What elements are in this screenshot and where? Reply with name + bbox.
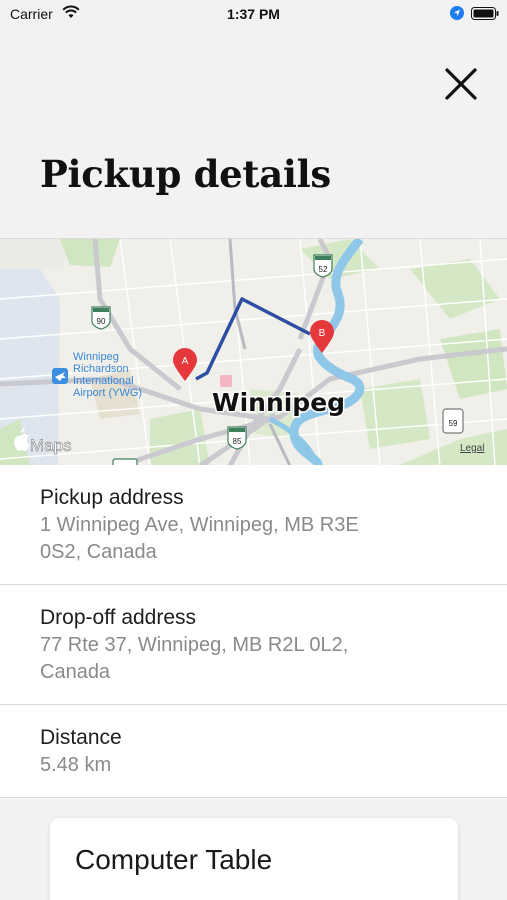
distance-row: Distance 5.48 km	[0, 705, 507, 798]
highway-shield-90-icon: 90	[91, 306, 111, 330]
shield-59-label: 59	[449, 419, 458, 428]
item-card[interactable]: Computer Table	[50, 818, 458, 900]
dropoff-address-line1: 77 Rte 37, Winnipeg, MB R2L 0L2,	[40, 634, 349, 656]
status-time: 1:37 PM	[227, 6, 280, 22]
pickup-address-line2: 0S2, Canada	[40, 541, 157, 563]
page-title: Pickup details	[40, 152, 331, 196]
pickup-address-row: Pickup address 1 Winnipeg Ave, Winnipeg,…	[0, 465, 507, 585]
dropoff-address-line2: Canada	[40, 661, 111, 683]
distance-label: Distance	[40, 726, 122, 749]
dropoff-address-row: Drop-off address 77 Rte 37, Winnipeg, MB…	[0, 585, 507, 705]
legal-link[interactable]: Legal	[460, 443, 484, 454]
highway-shield-59-icon: 59	[442, 408, 464, 434]
shield-52-label: 52	[319, 265, 328, 274]
highway-shield-85-icon: 85	[227, 426, 247, 450]
airport-label-line3: International	[73, 375, 134, 387]
close-icon	[445, 68, 477, 100]
city-label: Winnipeg	[212, 388, 345, 417]
airport-label-line2: Richardson	[73, 363, 129, 375]
pickup-address-line1: 1 Winnipeg Ave, Winnipeg, MB R3E	[40, 514, 359, 536]
location-services-icon	[450, 6, 464, 20]
shield-90-label: 90	[97, 317, 106, 326]
airport-label-line4: Airport (YWG)	[73, 387, 142, 399]
dropoff-address-label: Drop-off address	[40, 606, 197, 629]
shield-85-label: 85	[233, 437, 242, 446]
pin-a-label: A	[182, 356, 189, 367]
maps-brand-label: Maps	[30, 436, 72, 455]
pin-b-label: B	[319, 328, 326, 339]
battery-icon	[471, 7, 499, 20]
highway-shield-52-icon: 52	[313, 254, 333, 278]
status-bar: Carrier 1:37 PM	[0, 0, 507, 28]
airport-label-line1: Winnipeg	[73, 351, 119, 363]
route-map[interactable]: 90 52 85 59 Winnipeg Richardson Internat…	[0, 238, 507, 465]
pickup-details-list: Pickup address 1 Winnipeg Ave, Winnipeg,…	[0, 465, 507, 798]
pickup-address-label: Pickup address	[40, 486, 184, 509]
distance-value: 5.48 km	[40, 754, 112, 776]
close-button[interactable]	[441, 64, 481, 104]
item-card-title: Computer Table	[75, 844, 273, 875]
airport-icon	[52, 368, 68, 384]
